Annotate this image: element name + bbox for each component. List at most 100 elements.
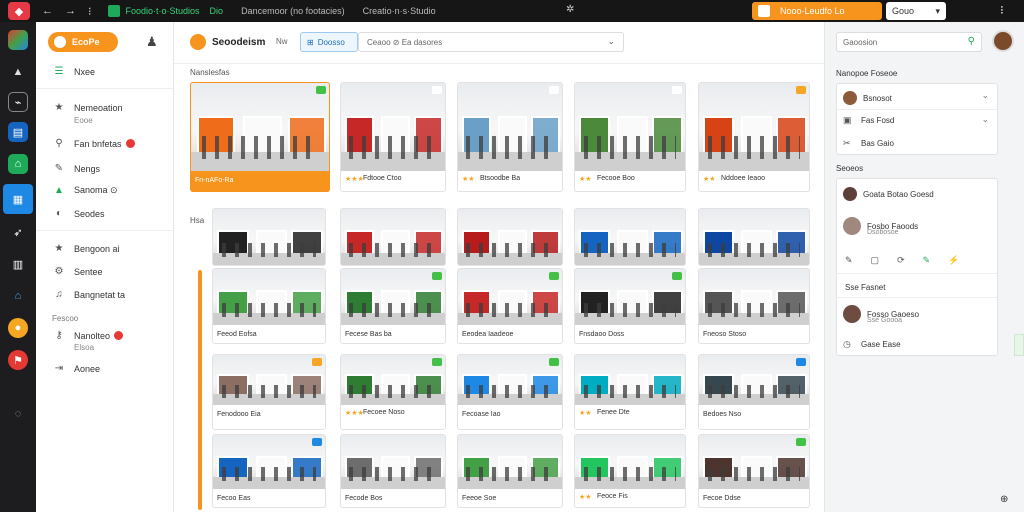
user-icon[interactable]: ▲ [8, 62, 28, 82]
tab-active[interactable]: Foodio·t·o·Studios [107, 3, 200, 19]
brand-pill[interactable]: EcoPe [48, 32, 118, 52]
person-row[interactable]: Goata Botao Goesd [843, 187, 934, 201]
store-icon[interactable]: ▦ [8, 189, 28, 209]
chevron-down-icon[interactable]: ⌄ [981, 90, 989, 101]
image-card[interactable]: Fneoso Stoso [698, 268, 810, 344]
nav-item-0[interactable]: ☰ Nxee [52, 66, 96, 77]
nav-item-4[interactable]: ▲ Sanoma ⊙ [52, 185, 118, 196]
nav-item-10[interactable]: ⇥ Aonee [52, 363, 100, 374]
format-label[interactable]: Nw [276, 37, 288, 46]
image-card[interactable]: Eeodea Iaadeoe [457, 268, 563, 344]
image-card[interactable]: ★★ Fenee Dte [574, 354, 686, 430]
file-icon[interactable]: ▤ [8, 122, 28, 142]
person-sub: Dsobosoe [867, 229, 899, 236]
filter-button[interactable]: ⊞ Doosso [300, 32, 358, 52]
edit-icon[interactable]: ✎ [923, 255, 931, 266]
rocket-icon[interactable]: ➶ [8, 222, 28, 242]
nav-item-1[interactable]: ★ Nemeoation [52, 102, 123, 113]
card-badge [316, 86, 326, 94]
chevron-down-icon[interactable]: ⌄ [981, 114, 989, 125]
people-shape [583, 242, 677, 258]
tab-dio[interactable]: Dio [210, 3, 224, 19]
home-icon[interactable]: ⌂ [8, 154, 28, 174]
image-card[interactable] [212, 208, 326, 266]
bolt-icon[interactable]: ⚡ [948, 255, 959, 266]
nav-item-9[interactable]: ⚷ Nanolteo [52, 330, 124, 341]
people-panel: Goata Botao Goesd Fosbo Faoods Dsobosoe … [836, 178, 998, 356]
nav-item-6[interactable]: ★ Bengoon ai [52, 243, 120, 254]
image-card[interactable] [340, 208, 446, 266]
nav-item-2[interactable]: ⚲ Fan bnfetas [52, 138, 135, 149]
nav-item-label: Nanolteo [74, 330, 111, 341]
action-bar: ✎ ▢ ⟳ ✎ ⚡ [845, 255, 959, 266]
tab-creations[interactable]: Creatio·n·s·Studio [363, 3, 436, 19]
refresh-icon[interactable]: ⟳ [897, 255, 905, 266]
avatar [843, 91, 857, 105]
image-card[interactable]: Fnsdaoo Doss [574, 268, 686, 344]
image-card[interactable]: Feeoe Soe [457, 434, 563, 508]
card-badge [672, 272, 682, 280]
user-avatar[interactable] [992, 30, 1014, 52]
accessibility-icon[interactable]: ⊕ [1000, 494, 1008, 505]
image-card[interactable]: Fn-nAFo-Ra [190, 82, 330, 192]
card-thumbnail [213, 209, 325, 265]
nav-item-label: Bangnetat ta [74, 289, 126, 300]
image-card[interactable]: ★★★ Fdtooe Ctoo [340, 82, 446, 192]
image-card[interactable]: Fecoase Iao [457, 354, 563, 430]
card-caption: Fenee Dte [597, 409, 630, 416]
gem-icon[interactable] [8, 30, 28, 50]
image-card[interactable]: ★★ Nddoee Ieaoo [698, 82, 810, 192]
app-logo-icon[interactable]: ◆ [8, 2, 30, 20]
window-menu-icon[interactable]: ⁝ [1000, 3, 1004, 17]
building-icon[interactable]: ⌂ [8, 286, 28, 306]
loading-icon[interactable]: ◌ [8, 404, 28, 424]
category-select[interactable]: Ceaoo ⊘ Ea dasores ⌄ [358, 32, 624, 52]
image-card[interactable]: Bedoes Nso [698, 354, 810, 430]
right-search-input[interactable]: Gaoosion ⚲ [836, 32, 982, 52]
filter-row[interactable]: Bsnosot [843, 91, 892, 105]
people-shape [583, 467, 677, 482]
account-dropdown[interactable]: Gouo ▾ [886, 2, 946, 20]
forward-arrow-icon[interactable]: → [65, 5, 76, 17]
filter-button-label: Doosso [317, 37, 345, 47]
image-card[interactable] [457, 208, 563, 266]
back-arrow-icon[interactable]: ← [42, 5, 53, 17]
image-card[interactable]: Fecoe Ddse [698, 434, 810, 508]
card-thumbnail [699, 355, 809, 405]
image-card[interactable] [574, 208, 686, 266]
more-icon[interactable]: ⁝ [88, 5, 92, 18]
image-card[interactable]: Fecode Bos [340, 434, 446, 508]
piano-icon[interactable]: ▥ [8, 254, 28, 274]
square-icon[interactable]: ▢ [871, 255, 880, 266]
side-panel-handle[interactable] [1014, 334, 1024, 356]
image-card[interactable]: Fenodooo Eia [212, 354, 326, 430]
nav-item-7[interactable]: ⚙ Sentee [52, 266, 103, 277]
nav-item-8[interactable]: ♫ Bangnetat ta [52, 289, 125, 300]
image-card[interactable]: ★★ Feoce Fis [574, 434, 686, 508]
chart-icon[interactable]: ⌁ [8, 92, 28, 112]
flag-icon[interactable]: ⚑ [8, 350, 28, 370]
card-badge [549, 358, 559, 366]
image-card[interactable] [698, 208, 810, 266]
saved-extra-row[interactable]: ◷ Gase Ease [843, 339, 901, 350]
avatar [843, 217, 861, 235]
card-caption: Fecooe Boo [597, 175, 635, 182]
scroll-indicator[interactable] [198, 270, 202, 510]
nav-item-5[interactable]: ◐ Seodes [52, 208, 105, 219]
image-card[interactable]: ★★ Btsoodbe Ba [457, 82, 563, 192]
filter-row[interactable]: ▣ Fas Fosd [843, 115, 894, 126]
profile-icon[interactable]: ♟ [146, 34, 158, 50]
filter-row[interactable]: ✂ Bas Gaio [843, 138, 894, 149]
image-card[interactable]: ★★ Fecooe Boo [574, 82, 686, 192]
image-card[interactable]: Feeod Eofsa [212, 268, 326, 344]
tab-dancemoor[interactable]: Dancemoor (no footacies) [241, 3, 345, 19]
bowl-icon[interactable]: ● [8, 318, 28, 338]
sparkle-icon[interactable]: ✲ [566, 4, 574, 15]
image-card[interactable]: Fecese Bas ba [340, 268, 446, 344]
pencil-icon[interactable]: ✎ [845, 255, 853, 266]
image-card[interactable]: ★★★ Fecoee Noso [340, 354, 446, 430]
image-card[interactable]: Fecoo Eas [212, 434, 326, 508]
nav-item-3[interactable]: ✎ Nengs [52, 163, 100, 174]
upload-button[interactable]: Nooo·Leudfo Lo [752, 2, 882, 20]
card-badge [672, 86, 682, 94]
